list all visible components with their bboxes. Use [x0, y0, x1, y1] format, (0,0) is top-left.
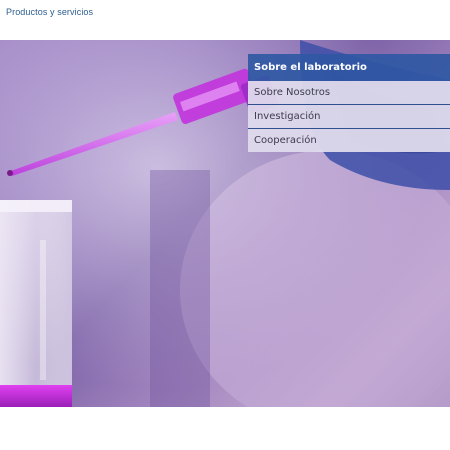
top-bar: Productos y servicios	[0, 0, 450, 40]
breadcrumb-link[interactable]: Productos y servicios	[6, 7, 93, 17]
side-menu-item-sobre-nosotros[interactable]: Sobre Nosotros	[248, 81, 450, 105]
side-menu: Sobre el laboratorio Sobre Nosotros Inve…	[248, 54, 450, 152]
side-menu-item-investigacion[interactable]: Investigación	[248, 105, 450, 129]
side-menu-item-cooperacion[interactable]: Cooperación	[248, 129, 450, 152]
content-area	[0, 407, 450, 450]
side-menu-title[interactable]: Sobre el laboratorio	[248, 54, 450, 81]
